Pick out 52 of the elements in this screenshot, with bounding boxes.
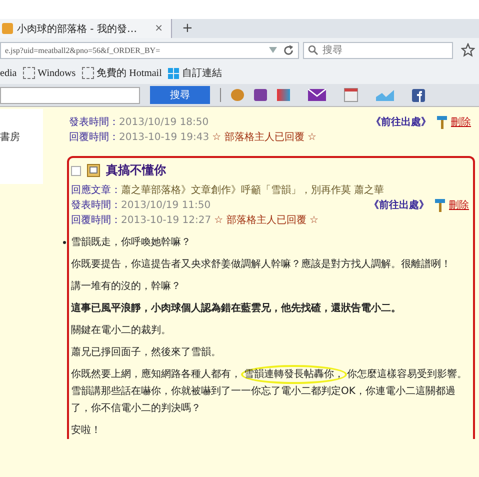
goto-source-link[interactable]: 《前往出處》: [371, 115, 431, 130]
owner-replied-note: ☆ 部落格主人已回覆 ☆: [214, 214, 318, 228]
bookmark-link[interactable]: Windows: [22, 67, 76, 79]
article-link[interactable]: 蕭之華部落格》文章創作》呼籲「雪韻」，別再作莫 蕭之華: [121, 183, 384, 198]
calendar-icon[interactable]: [344, 88, 358, 102]
posted-time: 2013/10/19 11:50: [121, 199, 211, 213]
search-button[interactable]: 搜尋: [150, 86, 210, 104]
facebook-icon[interactable]: [412, 88, 425, 102]
tab-title: 小肉球的部落格 - 我的發…: [17, 22, 137, 36]
post-paragraph: 講一堆有的沒的，幹嘛？: [71, 280, 182, 294]
bookmark-link[interactable]: 自訂連結: [168, 66, 222, 80]
browser-tab[interactable]: 小肉球的部落格 - 我的發… ×: [0, 19, 172, 38]
meta-label: 回覆時間：: [71, 214, 121, 228]
bullet-icon: [63, 241, 66, 244]
toolbar-search-field[interactable]: [0, 86, 140, 104]
star-icon[interactable]: [461, 43, 475, 57]
post-checkbox[interactable]: [71, 166, 81, 176]
new-tab-button[interactable]: +: [182, 21, 193, 36]
close-tab-button[interactable]: ×: [154, 23, 163, 34]
post-paragraph: 你既要提告，你這提告者又央求舒姜做調解人幹嘛？應該是對方找人調解。很離譜咧！: [71, 258, 452, 272]
posted-time: 2013/10/19 18:50: [119, 116, 209, 130]
chart-icon[interactable]: [376, 89, 394, 101]
goto-source-link[interactable]: 《前往出處》: [369, 198, 429, 213]
hammer-icon: [437, 116, 447, 129]
post-paragraph: 你既然要上網，應知網路各種人都有， 雪韻連轉發長帖轟你， 你怎麼這樣容易受到影響。雪韻講那些話在嚇你，你就被嚇到了一一你忘了電小二都判定OK，你連電小二這關都過了，你不信電小二的判決嗎？: [71, 366, 469, 417]
post-title[interactable]: 真搞不懂你: [106, 162, 166, 179]
dropdown-icon[interactable]: [269, 47, 278, 53]
message-icon: [87, 164, 100, 177]
post-paragraph: 這事已風平浪靜，小肉球個人認為錯在藍雲兄，他先找碴，還狀告電小二。: [71, 301, 402, 316]
bookmark-link[interactable]: 免費的 Hotmail: [82, 66, 162, 80]
address-bar[interactable]: e.jsp?uid=meatball2&pno=56&f_ORDER_BY=: [0, 42, 300, 58]
meta-label: 回應文章：: [71, 184, 121, 198]
post-paragraph: 關鍵在電小二的裁判。: [71, 324, 172, 338]
meta-label: 發表時間：: [71, 198, 121, 213]
mail-icon[interactable]: [308, 89, 326, 101]
owner-replied-note: ☆ 部落格主人已回覆 ☆: [212, 130, 316, 145]
delete-link[interactable]: 刪除: [451, 115, 471, 130]
reply-time: 2013-10-19 12:27: [121, 214, 212, 228]
sidebar-item[interactable]: 書房: [0, 130, 20, 144]
reply-time: 2013-10-19 19:43: [119, 131, 210, 145]
meta-label: 發表時間：: [69, 116, 119, 130]
meta-label: 回覆時間：: [69, 130, 119, 145]
reload-icon[interactable]: [283, 44, 294, 56]
bookmark-link[interactable]: edia: [0, 68, 17, 78]
post-paragraph: 雪韻既走，你呼喚她幹嘛？: [71, 234, 469, 251]
search-field[interactable]: 搜尋: [303, 42, 454, 58]
post-paragraph: 安啦！: [71, 424, 102, 438]
delete-link[interactable]: 刪除: [449, 198, 469, 213]
hammer-icon: [435, 199, 445, 212]
toolbar-app-icon[interactable]: [277, 89, 290, 101]
search-icon: [308, 45, 318, 55]
post-paragraph: 蕭兄已掙回面子，然後來了雪韻。: [71, 346, 222, 360]
